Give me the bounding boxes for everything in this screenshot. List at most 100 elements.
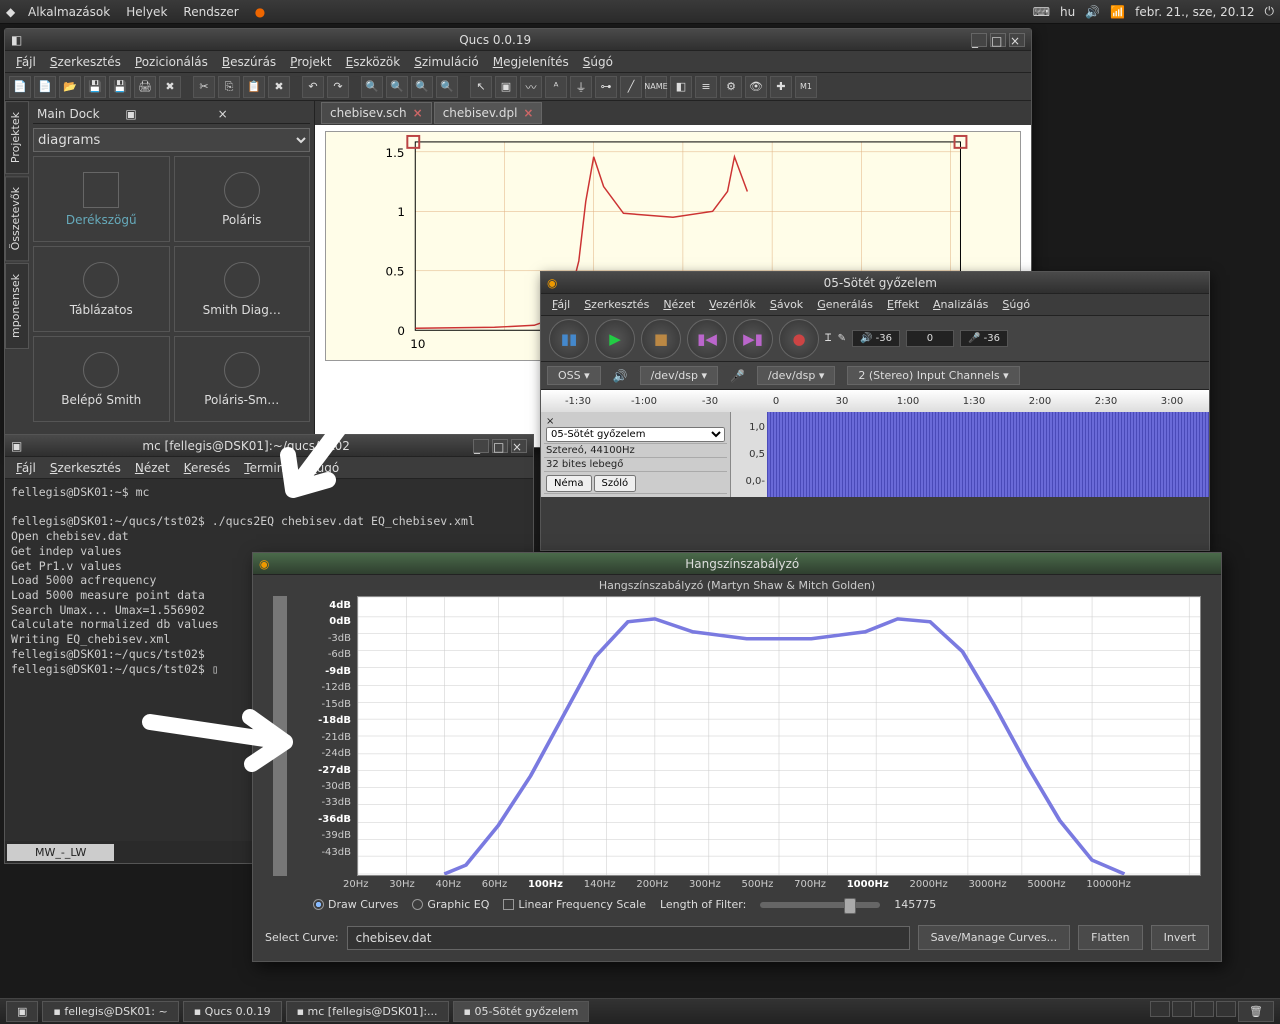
menu-fájl[interactable]: Fájl <box>9 461 43 475</box>
redo-icon[interactable]: ↷ <box>327 76 349 98</box>
apps-menu[interactable]: Alkalmazások <box>20 5 118 19</box>
record-button[interactable]: ● <box>779 319 819 359</box>
menu-nézet[interactable]: Nézet <box>128 461 177 475</box>
tool-envelope-icon[interactable]: ✎ <box>838 333 846 344</box>
menu-vezérlők[interactable]: Vezérlők <box>702 298 763 311</box>
volume-icon[interactable]: 🔊 <box>1085 5 1100 19</box>
minimize-button[interactable]: _ <box>473 439 489 453</box>
show-desktop-icon[interactable]: ▣ <box>6 1001 38 1022</box>
paste-icon[interactable]: 📋 <box>243 76 265 98</box>
flatten-button[interactable]: Flatten <box>1078 925 1143 950</box>
save-icon[interactable]: 💾 <box>84 76 106 98</box>
play-device-select[interactable]: /dev/dsp ▾ <box>640 366 718 385</box>
menu-beszúrás[interactable]: Beszúrás <box>215 55 283 69</box>
close-button[interactable]: × <box>1009 33 1025 47</box>
dock-tab[interactable]: Projektek <box>5 101 29 174</box>
name-icon[interactable]: NAME <box>645 76 667 98</box>
taskbar-item[interactable]: ▪ 05-Sötét győzelem <box>453 1001 590 1022</box>
menu-súgó[interactable]: Súgó <box>302 461 346 475</box>
workspace-switcher[interactable] <box>1194 1001 1214 1017</box>
dock-close-icon[interactable]: × <box>214 107 306 121</box>
skip-start-button[interactable]: ▮◀ <box>687 319 727 359</box>
menu-szerkesztés[interactable]: Szerkesztés <box>577 298 656 311</box>
saveall-icon[interactable]: 💾 <box>109 76 131 98</box>
menu-szerkesztés[interactable]: Szerkesztés <box>43 461 128 475</box>
document-tab[interactable]: chebisev.sch× <box>321 102 432 124</box>
undo-icon[interactable]: ↶ <box>302 76 324 98</box>
line-icon[interactable]: ╱ <box>620 76 642 98</box>
keyboard-icon[interactable]: ⌨ <box>1033 5 1050 19</box>
dock-tab[interactable]: mponensek <box>5 263 29 349</box>
maximize-button[interactable]: □ <box>990 33 1006 47</box>
firefox-icon[interactable]: ● <box>247 5 273 19</box>
filter-length-slider[interactable] <box>760 902 880 908</box>
menu-pozicionálás[interactable]: Pozicionálás <box>128 55 215 69</box>
trash-icon[interactable]: 🗑 <box>1238 1001 1274 1022</box>
audio-host-select[interactable]: OSS ▾ <box>547 366 601 385</box>
more-icon[interactable]: M1 <box>795 76 817 98</box>
linear-scale-checkbox[interactable]: Linear Frequency Scale <box>503 898 646 911</box>
zoom1-icon[interactable]: 🔍 <box>436 76 458 98</box>
menu-súgó[interactable]: Súgó <box>576 55 620 69</box>
maximize-button[interactable]: □ <box>492 439 508 453</box>
pause-button[interactable]: ▮▮ <box>549 319 589 359</box>
align-icon[interactable]: ≡ <box>695 76 717 98</box>
clock[interactable]: febr. 21., sze, 20.12 <box>1135 5 1254 19</box>
skip-end-button[interactable]: ▶▮ <box>733 319 773 359</box>
pointer-icon[interactable]: ↖ <box>470 76 492 98</box>
taskbar-item[interactable]: ▪ Qucs 0.0.19 <box>183 1001 282 1022</box>
zoomfit-icon[interactable]: 🔍 <box>411 76 433 98</box>
play-button[interactable]: ▶ <box>595 319 635 359</box>
menu-fájl[interactable]: Fájl <box>545 298 577 311</box>
diagram-item[interactable]: Poláris <box>174 156 311 242</box>
menu-effekt[interactable]: Effekt <box>880 298 926 311</box>
zoomin-icon[interactable]: 🔍 <box>361 76 383 98</box>
timeline-ruler[interactable]: -1:30-1:00-300301:001:302:002:303:00 <box>541 390 1209 412</box>
dock-float-icon[interactable]: ▣ <box>121 107 213 121</box>
menu-generálás[interactable]: Generálás <box>810 298 880 311</box>
label-icon[interactable]: ᴬ <box>545 76 567 98</box>
new-icon[interactable]: 📄 <box>9 76 31 98</box>
network-icon[interactable]: 📶 <box>1110 5 1125 19</box>
menu-eszközök[interactable]: Eszközök <box>339 55 408 69</box>
graphic-eq-radio[interactable]: Graphic EQ <box>412 898 489 911</box>
print-icon[interactable]: 🖨 <box>134 76 156 98</box>
menu-analizálás[interactable]: Analizálás <box>926 298 995 311</box>
taskbar-item[interactable]: ▪ fellegis@DSK01: ~ <box>42 1001 178 1022</box>
open-icon[interactable]: 📂 <box>59 76 81 98</box>
tool-ibeam-icon[interactable]: Ꮖ <box>825 333 832 344</box>
ground-icon[interactable]: ⏚ <box>570 76 592 98</box>
rec-device-select[interactable]: /dev/dsp ▾ <box>757 366 835 385</box>
mute-button[interactable]: Néma <box>546 475 592 492</box>
menu-szimuláció[interactable]: Szimuláció <box>407 55 486 69</box>
menu-fájl[interactable]: Fájl <box>9 55 43 69</box>
minimize-button[interactable]: _ <box>971 33 987 47</box>
eq-vslider[interactable] <box>273 596 287 876</box>
menu-keresés[interactable]: Keresés <box>177 461 238 475</box>
eq-plot[interactable] <box>357 596 1201 876</box>
menu-nézet[interactable]: Nézet <box>656 298 702 311</box>
menu-terminál[interactable]: Terminál <box>237 461 302 475</box>
menu-sávok[interactable]: Sávok <box>763 298 810 311</box>
document-tab[interactable]: chebisev.dpl× <box>434 102 543 124</box>
dock-tab[interactable]: Összetevők <box>5 176 29 261</box>
places-menu[interactable]: Helyek <box>118 5 175 19</box>
menu-szerkesztés[interactable]: Szerkesztés <box>43 55 128 69</box>
workspace-switcher[interactable] <box>1216 1001 1236 1017</box>
stop-button[interactable]: ■ <box>641 319 681 359</box>
port-icon[interactable]: ⊶ <box>595 76 617 98</box>
track-close-icon[interactable]: × <box>546 416 554 427</box>
invert-button[interactable]: Invert <box>1151 925 1209 950</box>
taskbar-item[interactable]: ▪ mc [fellegis@DSK01]:... <box>286 1001 449 1022</box>
channels-select[interactable]: 2 (Stereo) Input Channels ▾ <box>847 366 1019 385</box>
diagram-item[interactable]: Derékszögű <box>33 156 170 242</box>
menu-súgó[interactable]: Súgó <box>995 298 1037 311</box>
waveform[interactable] <box>767 412 1209 497</box>
view-icon[interactable]: 👁 <box>745 76 767 98</box>
meter-icon[interactable]: ◧ <box>670 76 692 98</box>
solo-button[interactable]: Szóló <box>594 475 637 492</box>
wire-icon[interactable]: 〰 <box>520 76 542 98</box>
diagram-combo[interactable]: diagrams <box>33 128 310 152</box>
menu-projekt[interactable]: Projekt <box>283 55 338 69</box>
cut-icon[interactable]: ✂ <box>193 76 215 98</box>
